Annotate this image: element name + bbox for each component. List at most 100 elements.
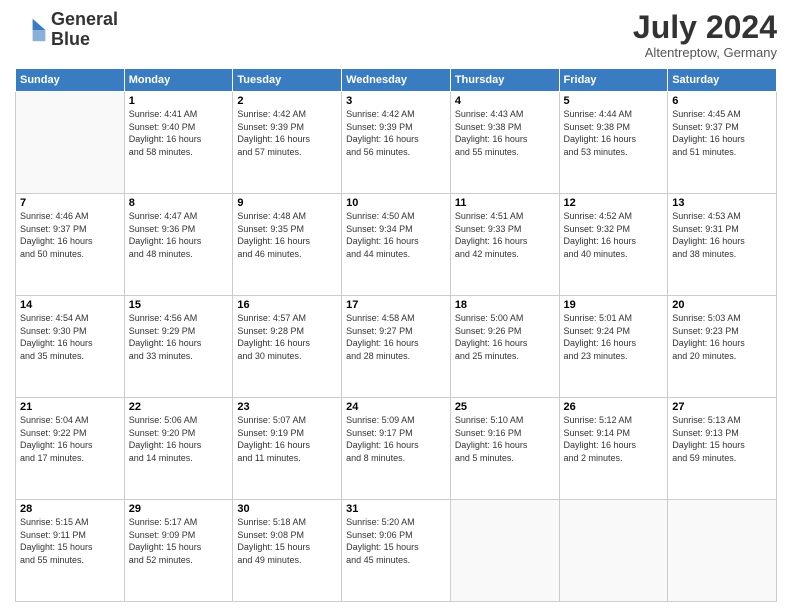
day-number: 21 <box>20 401 120 413</box>
calendar-cell: 4Sunrise: 4:43 AM Sunset: 9:38 PM Daylig… <box>450 92 559 194</box>
weekday-header-sunday: Sunday <box>16 69 125 92</box>
day-info: Sunrise: 4:53 AM Sunset: 9:31 PM Dayligh… <box>672 210 772 260</box>
header: General Blue July 2024 Altentreptow, Ger… <box>15 10 777 60</box>
calendar-cell <box>559 500 668 602</box>
month-year: July 2024 <box>633 10 777 45</box>
day-number: 17 <box>346 299 446 311</box>
calendar-cell: 24Sunrise: 5:09 AM Sunset: 9:17 PM Dayli… <box>342 398 451 500</box>
day-info: Sunrise: 5:00 AM Sunset: 9:26 PM Dayligh… <box>455 312 555 362</box>
day-info: Sunrise: 5:01 AM Sunset: 9:24 PM Dayligh… <box>564 312 664 362</box>
calendar-cell: 28Sunrise: 5:15 AM Sunset: 9:11 PM Dayli… <box>16 500 125 602</box>
day-info: Sunrise: 4:45 AM Sunset: 9:37 PM Dayligh… <box>672 108 772 158</box>
day-info: Sunrise: 4:58 AM Sunset: 9:27 PM Dayligh… <box>346 312 446 362</box>
day-info: Sunrise: 5:12 AM Sunset: 9:14 PM Dayligh… <box>564 414 664 464</box>
calendar-cell: 16Sunrise: 4:57 AM Sunset: 9:28 PM Dayli… <box>233 296 342 398</box>
location: Altentreptow, Germany <box>633 45 777 60</box>
day-info: Sunrise: 4:57 AM Sunset: 9:28 PM Dayligh… <box>237 312 337 362</box>
calendar-header-row: SundayMondayTuesdayWednesdayThursdayFrid… <box>16 69 777 92</box>
calendar-cell: 6Sunrise: 4:45 AM Sunset: 9:37 PM Daylig… <box>668 92 777 194</box>
day-info: Sunrise: 4:50 AM Sunset: 9:34 PM Dayligh… <box>346 210 446 260</box>
calendar-cell: 17Sunrise: 4:58 AM Sunset: 9:27 PM Dayli… <box>342 296 451 398</box>
calendar-cell: 13Sunrise: 4:53 AM Sunset: 9:31 PM Dayli… <box>668 194 777 296</box>
day-info: Sunrise: 5:15 AM Sunset: 9:11 PM Dayligh… <box>20 516 120 566</box>
day-info: Sunrise: 4:51 AM Sunset: 9:33 PM Dayligh… <box>455 210 555 260</box>
day-info: Sunrise: 4:42 AM Sunset: 9:39 PM Dayligh… <box>237 108 337 158</box>
day-info: Sunrise: 4:44 AM Sunset: 9:38 PM Dayligh… <box>564 108 664 158</box>
calendar-week-row: 14Sunrise: 4:54 AM Sunset: 9:30 PM Dayli… <box>16 296 777 398</box>
calendar-cell: 21Sunrise: 5:04 AM Sunset: 9:22 PM Dayli… <box>16 398 125 500</box>
calendar-cell: 31Sunrise: 5:20 AM Sunset: 9:06 PM Dayli… <box>342 500 451 602</box>
day-number: 14 <box>20 299 120 311</box>
calendar-cell: 12Sunrise: 4:52 AM Sunset: 9:32 PM Dayli… <box>559 194 668 296</box>
day-info: Sunrise: 5:20 AM Sunset: 9:06 PM Dayligh… <box>346 516 446 566</box>
calendar-cell: 23Sunrise: 5:07 AM Sunset: 9:19 PM Dayli… <box>233 398 342 500</box>
calendar-cell <box>450 500 559 602</box>
calendar-cell: 29Sunrise: 5:17 AM Sunset: 9:09 PM Dayli… <box>124 500 233 602</box>
day-info: Sunrise: 5:03 AM Sunset: 9:23 PM Dayligh… <box>672 312 772 362</box>
day-info: Sunrise: 4:56 AM Sunset: 9:29 PM Dayligh… <box>129 312 229 362</box>
calendar-cell: 1Sunrise: 4:41 AM Sunset: 9:40 PM Daylig… <box>124 92 233 194</box>
day-number: 16 <box>237 299 337 311</box>
weekday-header-tuesday: Tuesday <box>233 69 342 92</box>
calendar-cell <box>668 500 777 602</box>
day-info: Sunrise: 4:43 AM Sunset: 9:38 PM Dayligh… <box>455 108 555 158</box>
day-number: 26 <box>564 401 664 413</box>
calendar-cell: 22Sunrise: 5:06 AM Sunset: 9:20 PM Dayli… <box>124 398 233 500</box>
calendar-week-row: 7Sunrise: 4:46 AM Sunset: 9:37 PM Daylig… <box>16 194 777 296</box>
logo: General Blue <box>15 10 118 50</box>
logo-line1: General <box>51 10 118 30</box>
day-number: 4 <box>455 95 555 107</box>
day-number: 2 <box>237 95 337 107</box>
calendar-week-row: 28Sunrise: 5:15 AM Sunset: 9:11 PM Dayli… <box>16 500 777 602</box>
weekday-header-saturday: Saturday <box>668 69 777 92</box>
calendar-cell: 15Sunrise: 4:56 AM Sunset: 9:29 PM Dayli… <box>124 296 233 398</box>
calendar-cell: 26Sunrise: 5:12 AM Sunset: 9:14 PM Dayli… <box>559 398 668 500</box>
day-number: 10 <box>346 197 446 209</box>
calendar-table: SundayMondayTuesdayWednesdayThursdayFrid… <box>15 68 777 602</box>
day-info: Sunrise: 4:47 AM Sunset: 9:36 PM Dayligh… <box>129 210 229 260</box>
day-info: Sunrise: 5:09 AM Sunset: 9:17 PM Dayligh… <box>346 414 446 464</box>
calendar-cell: 27Sunrise: 5:13 AM Sunset: 9:13 PM Dayli… <box>668 398 777 500</box>
calendar-cell: 8Sunrise: 4:47 AM Sunset: 9:36 PM Daylig… <box>124 194 233 296</box>
calendar-cell: 5Sunrise: 4:44 AM Sunset: 9:38 PM Daylig… <box>559 92 668 194</box>
calendar-cell: 10Sunrise: 4:50 AM Sunset: 9:34 PM Dayli… <box>342 194 451 296</box>
title-block: July 2024 Altentreptow, Germany <box>633 10 777 60</box>
day-number: 19 <box>564 299 664 311</box>
day-number: 22 <box>129 401 229 413</box>
day-info: Sunrise: 5:07 AM Sunset: 9:19 PM Dayligh… <box>237 414 337 464</box>
weekday-header-wednesday: Wednesday <box>342 69 451 92</box>
logo-text: General Blue <box>51 10 118 50</box>
day-number: 29 <box>129 503 229 515</box>
logo-icon <box>15 14 47 46</box>
day-info: Sunrise: 5:18 AM Sunset: 9:08 PM Dayligh… <box>237 516 337 566</box>
weekday-header-monday: Monday <box>124 69 233 92</box>
calendar-week-row: 1Sunrise: 4:41 AM Sunset: 9:40 PM Daylig… <box>16 92 777 194</box>
day-number: 23 <box>237 401 337 413</box>
day-info: Sunrise: 5:04 AM Sunset: 9:22 PM Dayligh… <box>20 414 120 464</box>
day-info: Sunrise: 4:52 AM Sunset: 9:32 PM Dayligh… <box>564 210 664 260</box>
day-number: 9 <box>237 197 337 209</box>
day-number: 18 <box>455 299 555 311</box>
day-number: 8 <box>129 197 229 209</box>
calendar-cell: 7Sunrise: 4:46 AM Sunset: 9:37 PM Daylig… <box>16 194 125 296</box>
calendar-cell: 3Sunrise: 4:42 AM Sunset: 9:39 PM Daylig… <box>342 92 451 194</box>
calendar-cell: 18Sunrise: 5:00 AM Sunset: 9:26 PM Dayli… <box>450 296 559 398</box>
calendar-cell: 14Sunrise: 4:54 AM Sunset: 9:30 PM Dayli… <box>16 296 125 398</box>
day-info: Sunrise: 5:13 AM Sunset: 9:13 PM Dayligh… <box>672 414 772 464</box>
day-number: 13 <box>672 197 772 209</box>
day-number: 31 <box>346 503 446 515</box>
page: General Blue July 2024 Altentreptow, Ger… <box>0 0 792 612</box>
calendar-cell: 25Sunrise: 5:10 AM Sunset: 9:16 PM Dayli… <box>450 398 559 500</box>
weekday-header-friday: Friday <box>559 69 668 92</box>
day-number: 15 <box>129 299 229 311</box>
day-number: 12 <box>564 197 664 209</box>
day-info: Sunrise: 5:10 AM Sunset: 9:16 PM Dayligh… <box>455 414 555 464</box>
day-info: Sunrise: 5:06 AM Sunset: 9:20 PM Dayligh… <box>129 414 229 464</box>
day-number: 30 <box>237 503 337 515</box>
calendar-cell: 2Sunrise: 4:42 AM Sunset: 9:39 PM Daylig… <box>233 92 342 194</box>
logo-line2: Blue <box>51 30 118 50</box>
calendar-cell: 9Sunrise: 4:48 AM Sunset: 9:35 PM Daylig… <box>233 194 342 296</box>
day-info: Sunrise: 4:46 AM Sunset: 9:37 PM Dayligh… <box>20 210 120 260</box>
calendar-cell: 30Sunrise: 5:18 AM Sunset: 9:08 PM Dayli… <box>233 500 342 602</box>
day-number: 1 <box>129 95 229 107</box>
